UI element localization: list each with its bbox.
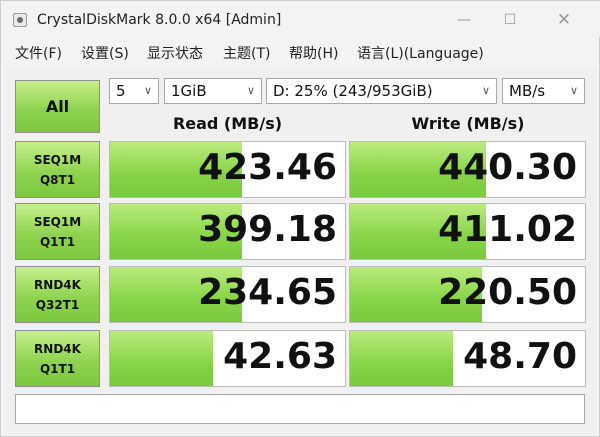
test-button-seq1m-q1t1[interactable]: SEQ1M Q1T1 xyxy=(15,203,100,260)
write-result-rnd4k-q1t1: 48.70 xyxy=(349,330,586,387)
close-button[interactable]: ✕ xyxy=(549,9,579,31)
test-count-value: 5 xyxy=(116,82,126,100)
test-button-seq1m-q8t1[interactable]: SEQ1M Q8T1 xyxy=(15,141,100,198)
write-value: 440.30 xyxy=(438,147,577,188)
read-value: 423.46 xyxy=(198,147,337,188)
write-result-seq1m-q8t1: 440.30 xyxy=(349,141,586,198)
test-params: Q1T1 xyxy=(39,235,76,249)
test-name: SEQ1M xyxy=(33,215,82,229)
chevron-down-icon: ∨ xyxy=(481,84,490,97)
test-size-select[interactable]: 1GiB ∨ xyxy=(164,78,262,104)
menu-theme[interactable]: 主题(T) xyxy=(223,43,270,63)
chevron-down-icon: ∨ xyxy=(569,84,578,97)
test-name: RND4K xyxy=(34,342,81,356)
drive-value: D: 25% (243/953GiB) xyxy=(273,82,433,100)
test-params: Q32T1 xyxy=(35,298,80,312)
menu-language[interactable]: 语言(L)(Language) xyxy=(357,43,484,63)
write-column-header: Write (MB/s) xyxy=(411,114,525,133)
minimize-button[interactable]: — xyxy=(449,9,479,31)
menu-settings[interactable]: 设置(S) xyxy=(81,43,129,63)
read-value: 399.18 xyxy=(198,209,337,250)
test-params: Q1T1 xyxy=(39,362,76,376)
write-result-seq1m-q1t1: 411.02 xyxy=(349,203,586,260)
read-value: 234.65 xyxy=(198,272,337,313)
test-button-rnd4k-q1t1[interactable]: RND4K Q1T1 xyxy=(15,330,100,387)
unit-value: MB/s xyxy=(509,82,546,100)
read-result-seq1m-q1t1: 399.18 xyxy=(109,203,346,260)
app-disk-icon xyxy=(13,13,27,27)
menu-file[interactable]: 文件(F) xyxy=(15,43,62,63)
menu-display-status[interactable]: 显示状态 xyxy=(147,43,203,63)
write-progress-bar xyxy=(350,331,454,386)
test-params: Q8T1 xyxy=(39,173,76,187)
read-column-header: Read (MB/s) xyxy=(172,114,283,133)
read-result-rnd4k-q32t1: 234.65 xyxy=(109,266,346,323)
unit-select[interactable]: MB/s ∨ xyxy=(502,78,585,104)
comment-input[interactable] xyxy=(15,394,585,424)
chevron-down-icon: ∨ xyxy=(143,84,152,97)
app-window: CrystalDiskMark 8.0.0 x64 [Admin] — ☐ ✕ … xyxy=(0,0,600,437)
drive-select[interactable]: D: 25% (243/953GiB) ∨ xyxy=(266,78,497,104)
title-bar: CrystalDiskMark 8.0.0 x64 [Admin] — ☐ ✕ xyxy=(1,1,600,37)
write-result-rnd4k-q32t1: 220.50 xyxy=(349,266,586,323)
chevron-down-icon: ∨ xyxy=(246,84,255,97)
all-button[interactable]: All xyxy=(15,80,100,133)
maximize-button[interactable]: ☐ xyxy=(495,9,525,31)
menu-help[interactable]: 帮助(H) xyxy=(289,43,338,63)
read-progress-bar xyxy=(110,331,214,386)
test-button-rnd4k-q32t1[interactable]: RND4K Q32T1 xyxy=(15,266,100,323)
test-name: RND4K xyxy=(34,278,81,292)
test-size-value: 1GiB xyxy=(171,82,207,100)
test-count-select[interactable]: 5 ∨ xyxy=(109,78,159,104)
window-title: CrystalDiskMark 8.0.0 x64 [Admin] xyxy=(37,12,282,28)
menu-bar: 文件(F) 设置(S) 显示状态 主题(T) 帮助(H) 语言(L)(Langu… xyxy=(1,37,600,65)
read-result-rnd4k-q1t1: 42.63 xyxy=(109,330,346,387)
read-result-seq1m-q8t1: 423.46 xyxy=(109,141,346,198)
write-value: 411.02 xyxy=(438,209,577,250)
write-value: 220.50 xyxy=(438,272,577,313)
write-value: 48.70 xyxy=(463,336,577,377)
test-name: SEQ1M xyxy=(33,153,82,167)
read-value: 42.63 xyxy=(223,336,337,377)
